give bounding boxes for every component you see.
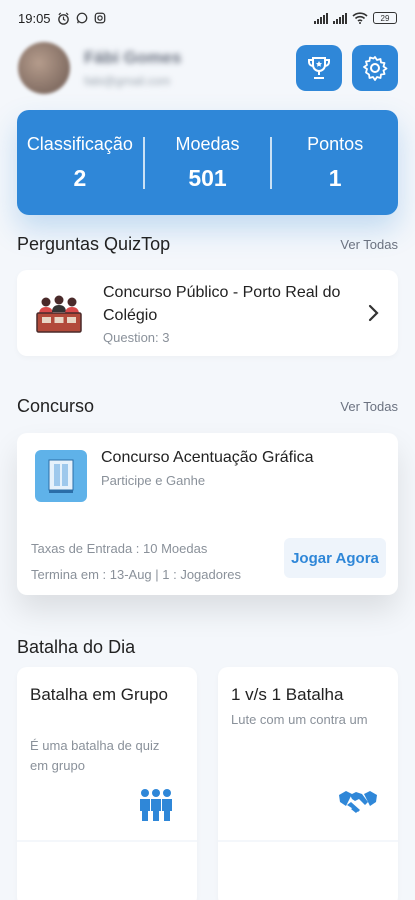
stat-ranking[interactable]: Classificação 2 [17,134,143,192]
section-title: Batalha do Dia [17,637,136,657]
panel-icon [36,295,82,333]
user-name: Fábi Gomes [84,48,182,67]
battery-level: 29 [380,13,390,23]
battle-title: 1 v/s 1 Batalha [231,685,344,704]
instagram-icon [94,12,105,24]
play-now-button[interactable]: Jogar Agora [284,538,386,578]
contest-subtitle: Participe e Ganhe [101,473,206,488]
status-bar: 19:05 29 [0,0,415,36]
wifi-icon [352,12,368,24]
quiz-section-header: Perguntas QuizTop Ver Todas [17,234,398,255]
alarm-icon [57,12,69,25]
status-time: 19:05 [18,10,51,26]
battle-description: Lute com um contra um [231,712,368,727]
signal-icon [333,12,347,24]
leaderboard-button[interactable] [296,45,342,91]
trophy-icon [308,57,330,79]
quiz-item-card[interactable]: Concurso Público - Porto Real do Colégio… [17,270,398,356]
contest-section-header: Concurso Ver Todas [17,396,398,417]
contest-thumbnail [35,450,87,502]
quiz-thumbnail [31,285,87,341]
stat-value: 501 [188,164,227,191]
user-info: Fábi Gomes fabi@gmail.com [84,48,286,88]
quiz-question-count: Question: 3 [103,330,170,345]
book-icon [48,459,74,493]
battle-description: É uma batalha de quiz em grupo [30,738,160,773]
avatar[interactable] [18,42,70,94]
one-vs-one-battle-card[interactable]: 1 v/s 1 Batalha Lute com um contra um [218,667,398,900]
contest-end-info: Termina em : 13-Aug | 1 : Jogadores [31,567,242,582]
group-icon [137,787,175,828]
group-battle-card[interactable]: Batalha em Grupo É uma batalha de quiz e… [17,667,197,900]
signal-icon [314,12,328,24]
quiz-title: Concurso Público - Porto Real do Colégio [103,284,341,324]
stat-points[interactable]: Pontos 1 [272,134,398,192]
see-all-link[interactable]: Ver Todas [340,399,398,414]
section-title: Concurso [17,396,95,416]
contest-title: Concurso Acentuação Gráfica [101,449,314,466]
stat-label: Moedas [175,133,240,154]
battle-section-header: Batalha do Dia [17,637,398,658]
handshake-icon [338,787,378,822]
battle-title: Batalha em Grupo [30,685,168,704]
stat-label: Classificação [26,133,133,154]
divider [17,840,197,842]
settings-button[interactable] [352,45,398,91]
whatsapp-icon [76,12,87,24]
battery-icon: 29 [373,12,397,24]
stat-label: Pontos [307,133,364,154]
stat-value: 2 [73,164,87,191]
user-email: fabi@gmail.com [84,74,171,88]
stats-card: Classificação 2 Moedas 501 Pontos 1 [17,110,398,215]
stat-coins[interactable]: Moedas 501 [145,134,271,192]
contest-card[interactable]: Concurso Acentuação Gráfica Participe e … [17,433,398,595]
stat-value: 1 [328,164,342,191]
section-title: Perguntas QuizTop [17,234,171,254]
see-all-link[interactable]: Ver Todas [340,237,398,252]
gear-icon [363,56,388,81]
chevron-right-icon[interactable] [364,304,384,322]
profile-header: Fábi Gomes fabi@gmail.com [18,40,398,96]
divider [218,840,398,842]
contest-entry-fee: Taxas de Entrada : 10 Moedas [31,541,208,556]
